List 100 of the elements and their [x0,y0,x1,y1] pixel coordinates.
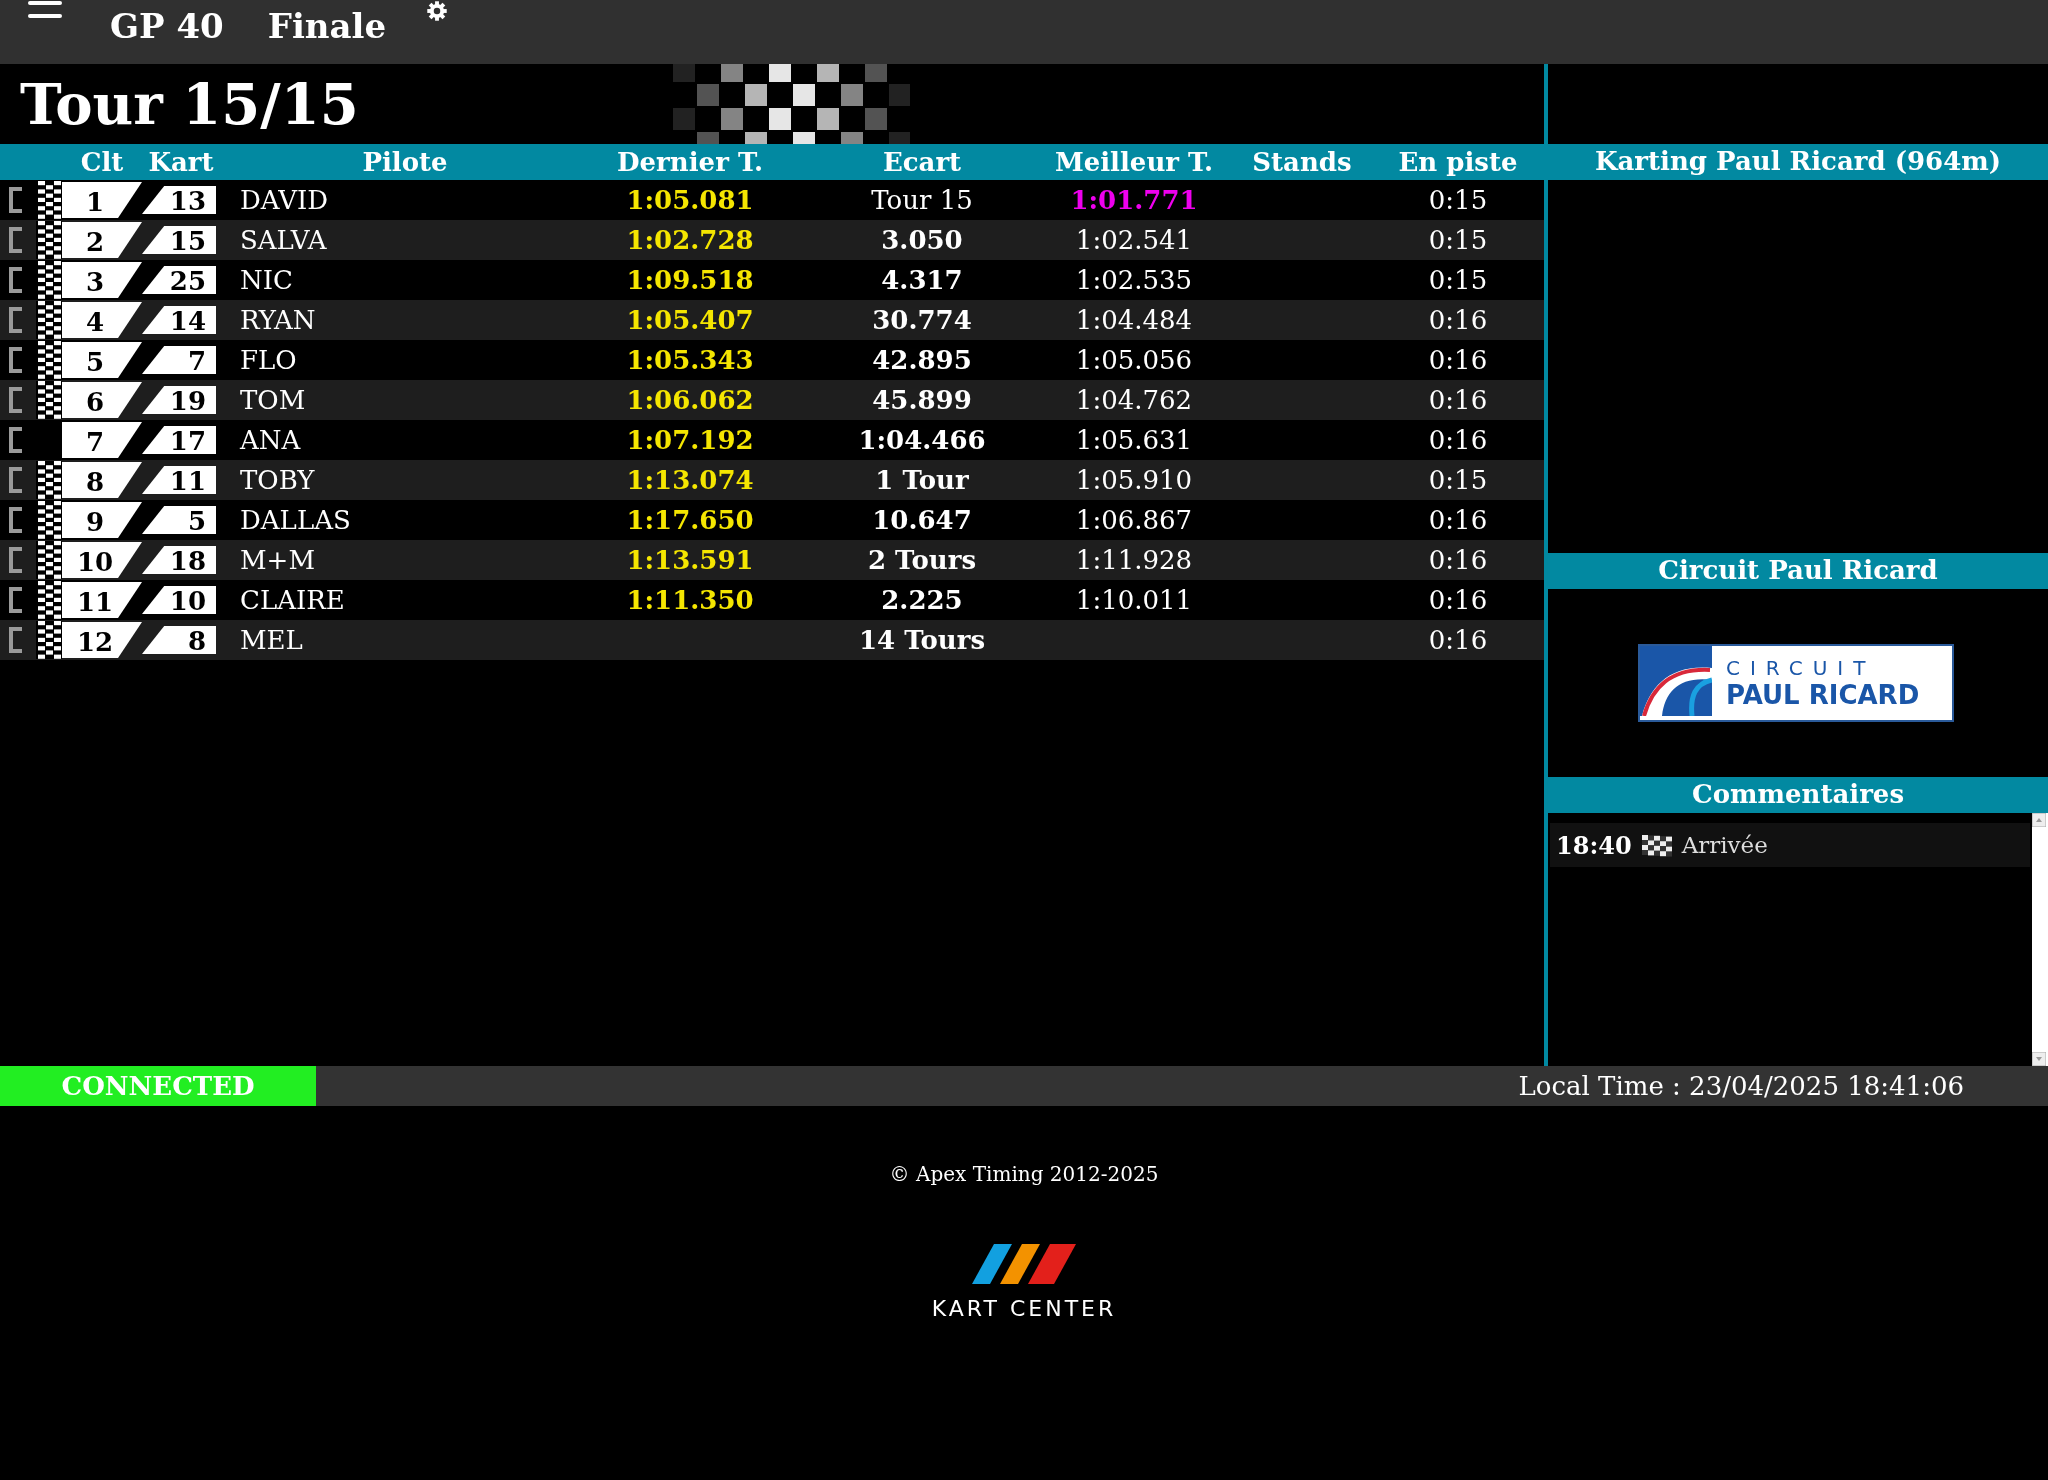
on-track-time: 0:16 [1427,545,1489,575]
scroll-down-icon[interactable] [2032,1052,2046,1066]
gap-cell-text: 2 Tours [866,545,978,575]
pilot-name: MEL [239,625,304,655]
bracket-icon [8,227,24,253]
comment-time: 18:40 [1556,830,1632,860]
last-lap-time: 1:13.074 [625,465,755,495]
position-cell: 2 [62,222,142,258]
position-cell: 3 [62,262,142,298]
pilot-name: ANA [238,425,302,455]
event-name: GP 40 [110,6,224,46]
pilot-name: SALVA [239,225,328,255]
gap-cell-text: 4.317 [880,265,964,295]
last-lap-time: 1:11.350 [625,585,755,615]
bracket-icon [8,507,24,533]
last-lap-time: 1:05.407 [625,305,755,335]
column-header: Dernier T. [616,147,764,177]
pilot-name: RYAN [239,305,317,335]
last-lap-time: 1:09.518 [625,265,755,295]
best-lap-time: 1:05.631 [1074,425,1194,455]
last-lap-time: 1:02.728 [625,225,755,255]
position-cell: 10 [62,542,142,578]
kart-number-cell: 18 [142,546,216,574]
best-lap-time: 1:04.484 [1074,305,1194,335]
gap-cell-text: 1 Tour [874,465,970,495]
best-lap-time: 1:04.762 [1074,385,1194,415]
kart-number-cell: 15 [142,226,216,254]
kart-number-cell: 17 [142,426,216,454]
pilot-name: CLAIRE [239,585,346,615]
position-cell: 9 [62,502,142,538]
bracket-icon [8,547,24,573]
on-track-time: 0:15 [1427,225,1489,255]
brand-text: KART CENTER [931,1296,1117,1321]
best-lap-time: 1:10.011 [1074,585,1194,615]
bracket-icon [8,467,24,493]
bracket-icon [8,347,24,373]
connection-status: CONNECTED [0,1066,316,1106]
best-lap-time: 1:06.867 [1074,505,1194,535]
scrollbar[interactable] [2032,813,2048,1066]
pilot-name: DAVID [239,185,330,215]
position-cell: 8 [62,462,142,498]
local-time: Local Time : 23/04/2025 18:41:06 [1518,1071,1964,1101]
kart-number-cell: 14 [142,306,216,334]
gap-cell-text: 2.225 [880,585,964,615]
last-lap-time: 1:13.591 [625,545,755,575]
gap-cell-text: Tour 15 [870,185,974,215]
on-track-time: 0:15 [1427,265,1489,295]
scroll-up-icon[interactable] [2032,813,2046,827]
on-track-time: 0:16 [1427,385,1489,415]
last-lap-time: 1:07.192 [625,425,755,455]
gap-cell-text: 45.899 [871,385,973,415]
gap-cell-text: 10.647 [871,505,973,535]
comment-text: Arrivée [1681,832,1768,858]
best-lap-time: 1:05.910 [1074,465,1194,495]
best-lap-time: 1:02.535 [1074,265,1194,295]
bracket-icon [8,267,24,293]
best-lap-time: 1:02.541 [1074,225,1194,255]
on-track-time: 0:16 [1427,425,1489,455]
on-track-time: 0:16 [1427,505,1489,535]
on-track-time: 0:16 [1427,585,1489,615]
pilot-name: DALLAS [239,505,352,535]
gap-cell-text: 30.774 [871,305,973,335]
kart-number-cell: 8 [142,626,216,654]
column-header: Clt [79,147,125,177]
last-lap-time: 1:05.081 [625,185,755,215]
kart-number-cell: 10 [142,586,216,614]
kart-number-cell: 11 [142,466,216,494]
kart-number-cell: 19 [142,386,216,414]
menu-icon[interactable] [28,0,62,20]
bracket-icon [8,187,24,213]
checkered-flag-icon [1639,833,1674,857]
gap-cell-text: 3.050 [880,225,964,255]
gap-cell-text: 1:04.466 [857,425,987,455]
column-header: En piste [1397,147,1519,177]
logo-text: CIRCUIT [1726,656,1877,680]
track-header: Karting Paul Ricard (964m) [1548,144,2048,180]
pilot-name: TOM [239,385,307,415]
column-header: Pilote [361,147,449,177]
on-track-time: 0:16 [1427,345,1489,375]
bracket-icon [8,627,24,653]
position-cell: 7 [62,422,142,458]
on-track-time: 0:16 [1427,305,1489,335]
gap-cell-text: 14 Tours [857,625,987,655]
last-lap-time: 1:05.343 [625,345,755,375]
bracket-icon [8,427,24,453]
last-lap-time: 1:06.062 [625,385,755,415]
copyright-text: © Apex Timing 2012-2025 [889,1162,1159,1186]
column-header: Ecart [881,147,963,177]
column-header: Kart [147,147,215,177]
bracket-icon [8,307,24,333]
column-header: Stands [1251,147,1353,177]
pilot-name: NIC [239,265,294,295]
stripes-logo-icon [972,1244,1076,1284]
circuit-header: Circuit Paul Ricard [1548,553,2048,589]
kart-number-cell: 13 [142,186,216,214]
kart-number-cell: 25 [142,266,216,294]
gap-cell-text: 42.895 [871,345,973,375]
position-cell: 6 [62,382,142,418]
position-cell: 1 [62,182,142,218]
kart-number-cell: 5 [142,506,216,534]
